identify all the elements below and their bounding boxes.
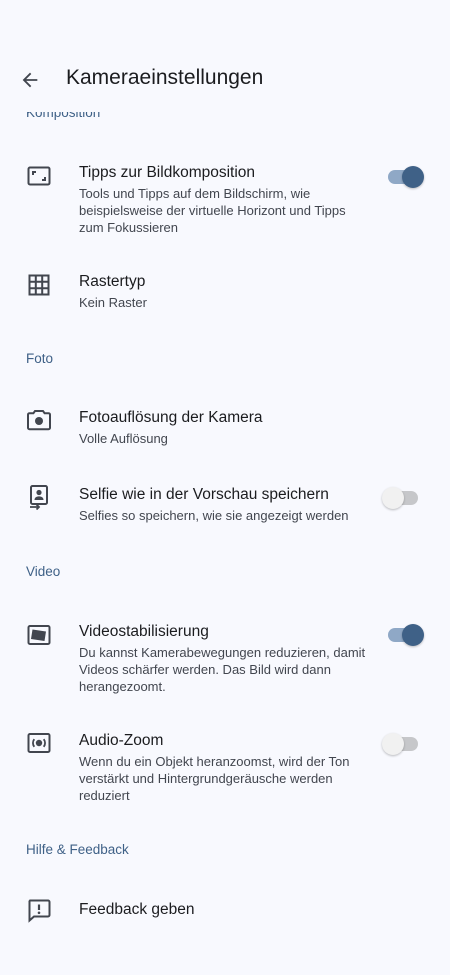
setting-title: Audio-Zoom: [79, 732, 164, 749]
composition-tips-toggle[interactable]: [382, 165, 424, 189]
toggle-thumb: [402, 166, 424, 188]
section-label-hilfe: Hilfe & Feedback: [26, 842, 129, 857]
setting-title: Videostabilisierung: [79, 623, 209, 640]
setting-subtitle: Wenn du ein Objekt heranzoomst, wird der…: [79, 754, 350, 803]
setting-title: Selfie wie in der Vorschau speichern: [79, 486, 329, 503]
setting-subtitle: Du kannst Kamerabewegungen reduzieren, d…: [79, 645, 366, 694]
section-label-video: Video: [26, 564, 61, 579]
top-app-bar: Kameraeinstellungen: [0, 0, 450, 112]
setting-video-stabilization[interactable]: Videostabilisierung Du kannst Kamerabewe…: [0, 610, 450, 700]
grid-icon: [26, 272, 52, 298]
arrow-back-icon: [22, 72, 38, 88]
setting-subtitle: Kein Raster: [79, 295, 147, 310]
frame-corners-icon: [26, 163, 52, 189]
back-button[interactable]: [12, 62, 48, 98]
setting-title: Rastertyp: [79, 273, 146, 290]
setting-composition-tips[interactable]: Tipps zur Bildkomposition Tools und Tipp…: [0, 150, 450, 250]
setting-photo-resolution[interactable]: Fotoauflösung der Kamera Volle Auflösung: [0, 398, 450, 458]
audio-zoom-icon: [26, 730, 52, 756]
setting-title: Fotoauflösung der Kamera: [79, 409, 263, 426]
audio-zoom-toggle[interactable]: [382, 732, 424, 756]
toggle-thumb: [382, 733, 404, 755]
setting-feedback[interactable]: Feedback geben: [0, 885, 450, 935]
video-stabilization-icon: [26, 622, 52, 648]
toggle-thumb: [402, 624, 424, 646]
page-title: Kameraeinstellungen: [66, 66, 264, 89]
setting-selfie-preview[interactable]: Selfie wie in der Vorschau speichern Sel…: [0, 474, 450, 534]
setting-subtitle: Volle Auflösung: [79, 431, 168, 446]
setting-subtitle: Tools und Tipps auf dem Bildschirm, wie …: [79, 186, 346, 235]
setting-grid-type[interactable]: Rastertyp Kein Raster: [0, 262, 450, 322]
selfie-preview-toggle[interactable]: [382, 486, 424, 510]
toggle-thumb: [382, 487, 404, 509]
setting-title: Tipps zur Bildkomposition: [79, 164, 256, 181]
camera-icon: [26, 407, 52, 433]
selfie-save-icon: [26, 484, 52, 510]
feedback-icon: [26, 897, 52, 923]
video-stabilization-toggle[interactable]: [382, 623, 424, 647]
section-label-foto: Foto: [26, 351, 54, 366]
setting-audio-zoom[interactable]: Audio-Zoom Wenn du ein Objekt heranzooms…: [0, 720, 450, 810]
setting-title: Feedback geben: [79, 901, 195, 918]
setting-subtitle: Selfies so speichern, wie sie angezeigt …: [79, 508, 349, 523]
